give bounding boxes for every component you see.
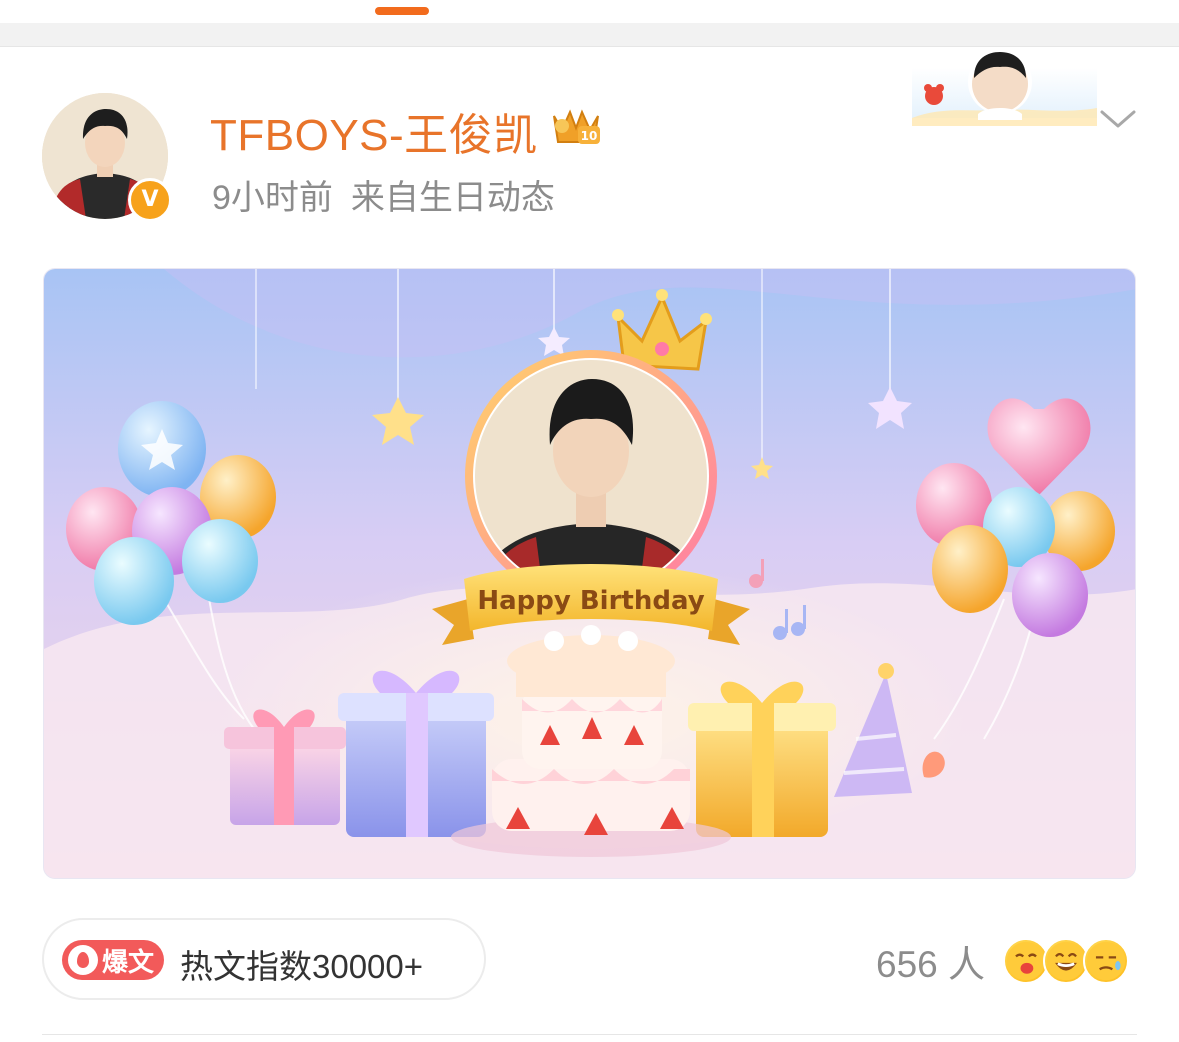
post-meta: 9小时前 来自生日动态: [212, 170, 555, 219]
post-divider: [42, 1034, 1137, 1035]
post-source[interactable]: 来自生日动态: [351, 179, 555, 217]
gift-box-blue: [338, 670, 494, 837]
happy-birthday-text: Happy Birthday: [477, 586, 704, 616]
chevron-down-icon[interactable]: [1098, 104, 1138, 134]
hot-index-text: 热文指数30000+: [180, 948, 424, 985]
decorative-card-background[interactable]: [912, 48, 1097, 130]
member-crown-badge-icon: 10: [553, 109, 600, 144]
post-time: 9小时前: [212, 179, 333, 217]
emoji-face-icon-3: [1083, 938, 1130, 984]
reaction-summary[interactable]: 656 人: [876, 934, 1130, 988]
hot-tag: 爆文: [62, 940, 165, 980]
hot-article-badge[interactable]: 爆文 热文指数30000+: [42, 918, 486, 1000]
flame-icon: [68, 945, 98, 975]
feed-separator: [0, 23, 1179, 47]
active-tab-indicator: [375, 7, 429, 15]
member-level: 10: [581, 129, 598, 143]
author-name[interactable]: TFBOYS-王俊凯: [210, 99, 538, 163]
emoji-face-icons: [1003, 934, 1130, 988]
birthday-banner-image[interactable]: Happy Birthday: [43, 268, 1136, 879]
verified-v-icon: V: [128, 178, 172, 222]
gift-box-gold: [688, 681, 836, 837]
hot-tag-label: 爆文: [102, 946, 155, 977]
reaction-count: 656 人: [876, 944, 986, 985]
